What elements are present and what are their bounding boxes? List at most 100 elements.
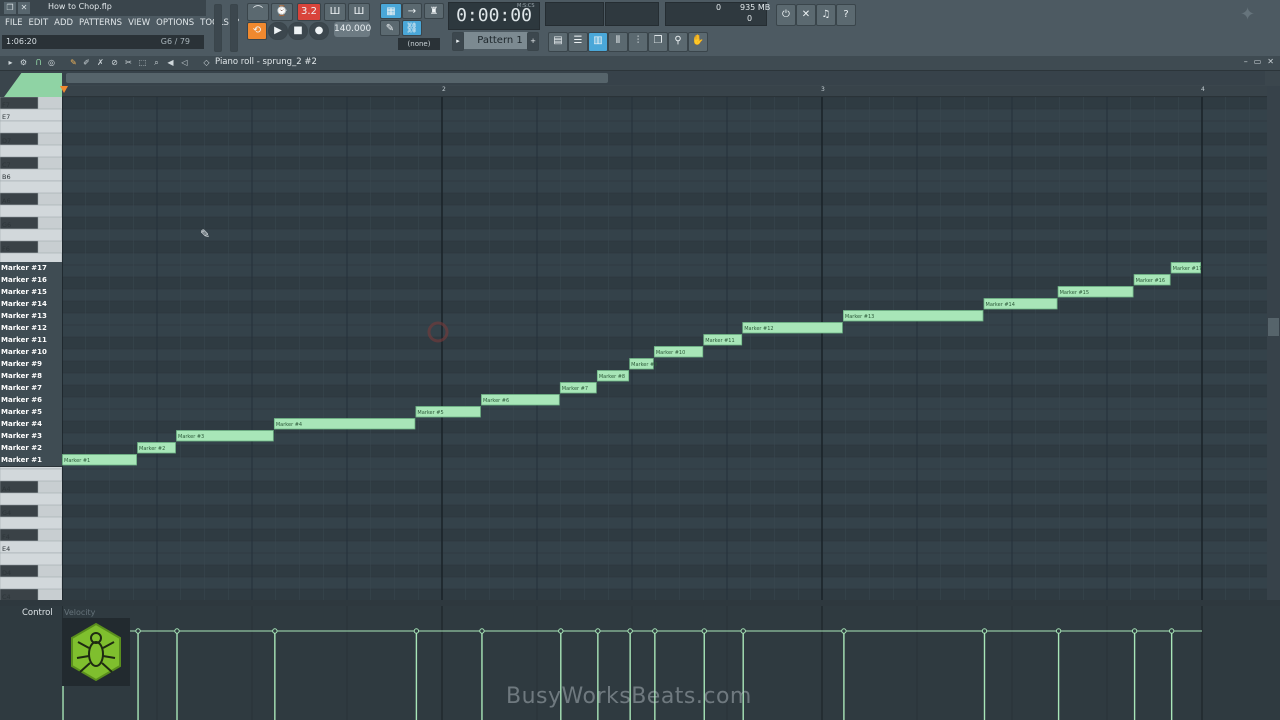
zoom-tool-icon[interactable]: ⌕ (152, 58, 161, 67)
velocity-handle[interactable] (1055, 628, 1062, 634)
velocity-handle[interactable] (627, 628, 633, 634)
power-icon[interactable]: ⏻ (776, 4, 796, 26)
menu-file[interactable]: FILE (2, 17, 26, 29)
velocity-handle[interactable] (558, 628, 564, 634)
menu-options[interactable]: OPTIONS (153, 17, 197, 29)
tools-icon[interactable]: ✕ (796, 4, 816, 26)
horizontal-scroll-thumb[interactable] (66, 73, 608, 83)
touch-keyboard-icon[interactable]: ✋ (688, 32, 708, 52)
step-counter[interactable]: 3.2 (297, 3, 321, 21)
piano-roll-title[interactable]: Piano roll - sprung_2 #2 (215, 57, 317, 67)
velocity-handle[interactable] (413, 628, 420, 634)
pencil-tool-icon[interactable]: ✎ (69, 58, 78, 67)
piano-roll-icon[interactable]: ▥ (588, 32, 608, 52)
pattern-song-toggle[interactable]: ⟲ (247, 22, 267, 40)
wrench-icon[interactable]: ⚙ (19, 58, 28, 67)
note-label: Marker #8 (599, 374, 625, 380)
white-key[interactable] (0, 516, 62, 530)
velocity-handle[interactable] (1168, 628, 1175, 634)
white-key[interactable] (0, 228, 62, 242)
velocity-handle[interactable] (479, 628, 485, 634)
menu-view[interactable]: VIEW (125, 17, 153, 29)
white-key[interactable] (0, 468, 62, 482)
typing-keyboard-button[interactable]: ▦ (380, 3, 402, 19)
velocity-handle[interactable] (740, 628, 746, 634)
mute-tool-icon[interactable]: ⊘ (110, 58, 119, 67)
white-key[interactable] (0, 492, 62, 506)
select-tool-icon[interactable]: ⬚ (138, 58, 147, 67)
tempo-display[interactable]: 140.000 (334, 22, 371, 37)
slice-tool-icon[interactable]: ✂ (124, 58, 133, 67)
pattern-selector[interactable]: Pattern 1 (464, 32, 536, 49)
master-volume-slider[interactable] (214, 4, 222, 52)
microphone-icon[interactable]: ♫ (816, 4, 836, 26)
playlist-icon[interactable]: ▤ (548, 32, 568, 52)
speaker-icon[interactable]: ◁ (180, 58, 189, 67)
note-grid[interactable]: Marker #1 Marker #2 Marker #3 Marker #4 Mark… (62, 97, 1267, 600)
white-key[interactable] (0, 120, 62, 134)
play-button[interactable]: ▶ (268, 22, 288, 40)
white-key[interactable] (0, 144, 62, 158)
black-key-row (62, 445, 1267, 457)
delete-tool-icon[interactable]: ✗ (96, 58, 105, 67)
key-label: A6 (2, 197, 11, 205)
channel-icon: ◇ (203, 58, 210, 67)
velocity-handle[interactable] (174, 628, 180, 634)
velocity-handle[interactable] (652, 628, 658, 634)
input-monitor (605, 2, 659, 26)
velocity-handle[interactable] (841, 628, 847, 634)
white-key[interactable] (0, 576, 62, 590)
wait-input-button[interactable]: ⌚ (271, 3, 293, 21)
key-label: A4 (2, 485, 11, 493)
arrow-icon[interactable]: → (402, 3, 422, 19)
channel-rack-icon[interactable]: ☰ (568, 32, 588, 52)
help-icon[interactable]: ? (836, 4, 856, 26)
close-window-button[interactable]: ✕ (18, 2, 30, 14)
velocity-handle[interactable] (135, 628, 141, 634)
velocity-handle[interactable] (272, 628, 278, 634)
velocity-handle[interactable] (1131, 628, 1138, 634)
menu-patterns[interactable]: PATTERNS (76, 17, 125, 29)
vertical-scroll-thumb[interactable] (1268, 318, 1279, 336)
restore-window-button[interactable]: ❐ (4, 2, 16, 14)
blend-notes-button[interactable]: Ш (324, 3, 346, 21)
white-key[interactable] (0, 552, 62, 566)
snap-target-icon[interactable]: ◎ (47, 58, 56, 67)
record-button[interactable]: ● (309, 22, 329, 40)
stamp-icon[interactable]: ♜ (424, 3, 444, 19)
maximize-icon[interactable]: ▭ (1254, 57, 1262, 66)
magnet-icon[interactable]: Ո (34, 58, 43, 67)
pencil-icon[interactable]: ✎ (380, 20, 400, 36)
link-icon[interactable]: ⛓ (402, 20, 422, 36)
white-key[interactable] (0, 204, 62, 218)
time-ruler[interactable] (62, 86, 1267, 97)
white-key[interactable] (0, 180, 62, 194)
piano-keyboard[interactable]: F7 E7 D7 C7 B6 A6 G6 F6 B4 A4 G4 F4 E4 D… (0, 97, 62, 600)
velocity-handle[interactable] (595, 628, 601, 634)
browser-icon[interactable]: ⫴ (608, 32, 628, 52)
control-label[interactable]: Control (22, 608, 53, 618)
plugin-database-icon[interactable]: ❐ (648, 32, 668, 52)
playback-tool-icon[interactable]: ◀ (166, 58, 175, 67)
loop-record-button[interactable]: Ш (348, 3, 370, 21)
key-label: E7 (2, 113, 11, 121)
pattern-prev-button[interactable]: ▸ (452, 32, 464, 51)
menu-edit[interactable]: EDIT (26, 17, 52, 29)
paint-tool-icon[interactable]: ✐ (82, 58, 91, 67)
metronome-button[interactable]: ⌒ (247, 3, 269, 21)
master-pitch-slider[interactable] (230, 4, 238, 52)
velocity-handle[interactable] (701, 628, 707, 634)
mixer-icon[interactable]: ⫶ (628, 32, 648, 52)
velocity-handle[interactable] (981, 628, 988, 634)
menu-add[interactable]: ADD (51, 17, 76, 29)
piano-roll-menu-arrow-icon[interactable]: ▸ (6, 58, 15, 67)
marker-key-label: Marker #10 (1, 348, 47, 356)
plugin-picker-icon[interactable]: ⚲ (668, 32, 688, 52)
stop-button[interactable]: ■ (288, 22, 308, 40)
snap-selector[interactable]: (none) (398, 38, 440, 50)
pattern-add-button[interactable]: + (527, 32, 539, 51)
close-icon[interactable]: ✕ (1267, 57, 1274, 66)
playhead-marker[interactable] (60, 86, 68, 93)
vertical-scrollbar[interactable] (1267, 86, 1280, 600)
minimize-icon[interactable]: – (1244, 57, 1248, 66)
